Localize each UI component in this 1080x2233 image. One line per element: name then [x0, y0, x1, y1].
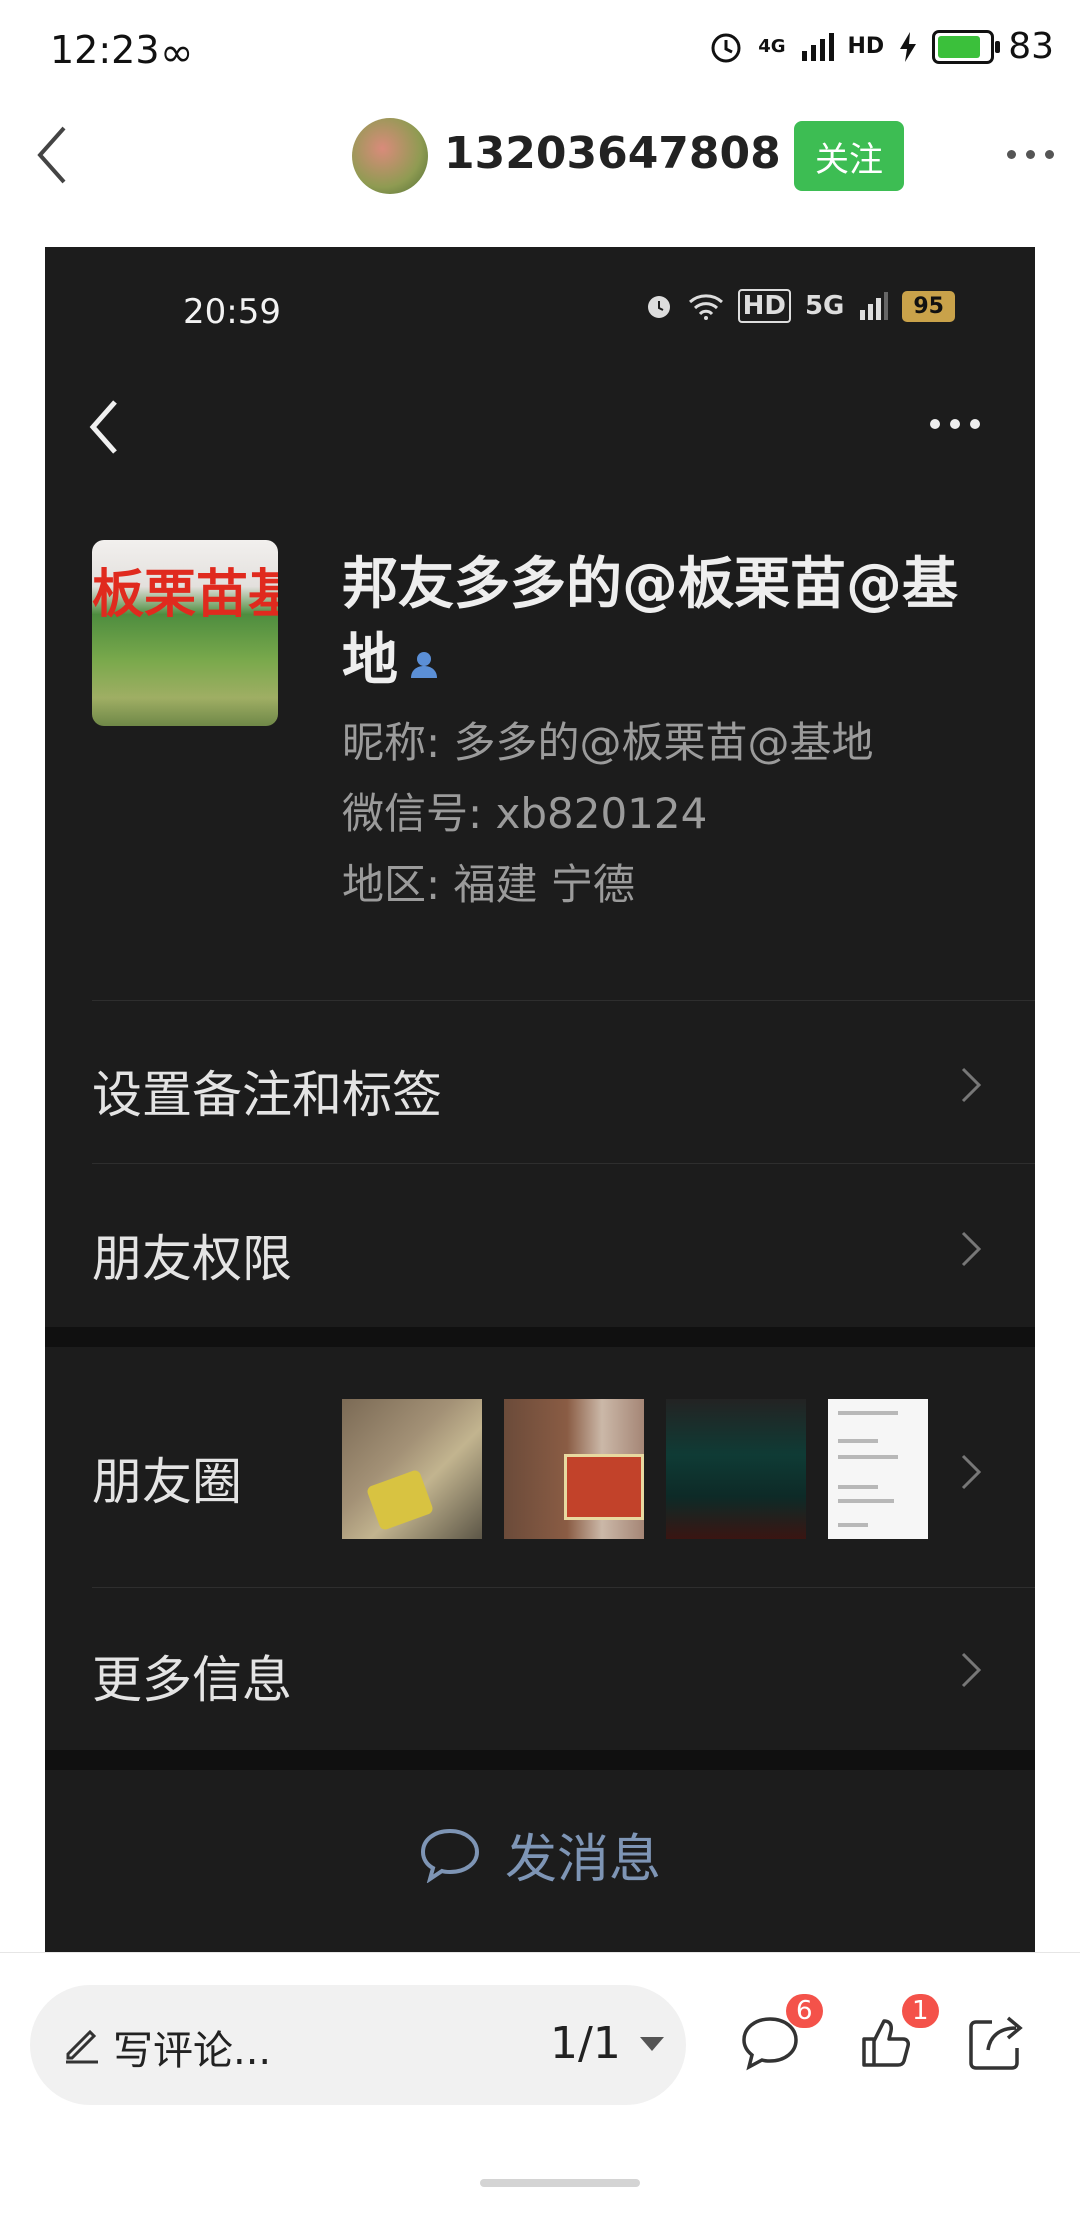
comment-placeholder: 写评论...: [113, 2028, 272, 2074]
inner-battery: 95: [902, 290, 955, 322]
chevron-right-icon: [961, 1231, 982, 1267]
network-label: 4G: [758, 36, 786, 57]
send-message-label: 发消息: [504, 1830, 661, 1890]
pencil-icon: [66, 2029, 98, 2064]
alarm-icon: [711, 33, 741, 62]
moments-thumbnail: [828, 1399, 928, 1539]
divider: [92, 1163, 1035, 1164]
profile-name: 邦友多多的@板栗苗@基地: [342, 552, 958, 693]
moments-thumbnail: [504, 1399, 644, 1539]
like-icon[interactable]: [858, 2015, 914, 2071]
row-remark: 设置备注和标签: [92, 1066, 442, 1124]
moments-thumbnail: [666, 1399, 806, 1539]
chevron-right-icon: [961, 1454, 982, 1490]
row-moments: 朋友圈: [92, 1453, 242, 1511]
alarm-icon: [647, 296, 670, 318]
section-gap: [45, 1750, 1035, 1770]
row-more-info: 更多信息: [92, 1651, 292, 1709]
home-indicator: [480, 2179, 640, 2187]
status-time: 12:23: [50, 28, 160, 72]
more-icon[interactable]: [1007, 150, 1054, 159]
like-count-badge: 1: [902, 1994, 939, 2028]
author-name[interactable]: 13203647808: [444, 128, 781, 179]
dropdown-arrow-icon[interactable]: [640, 2037, 664, 2051]
wifi-icon: [688, 294, 723, 320]
share-icon[interactable]: [966, 2014, 1026, 2072]
nickname: 昵称: 多多的@板栗苗@基地: [342, 718, 874, 767]
signal-icon: [860, 292, 889, 320]
inner-back-icon: [89, 400, 117, 454]
inner-5g-label: 5G: [804, 291, 845, 321]
divider: [92, 1000, 1035, 1001]
charging-icon: [900, 31, 917, 62]
battery-icon: [932, 29, 1001, 64]
chevron-right-icon: [961, 1067, 982, 1103]
region: 地区: 福建 宁德: [342, 860, 635, 909]
battery-percent: 83: [1008, 26, 1054, 67]
comment-count-badge: 6: [786, 1994, 823, 2028]
back-arrow-icon[interactable]: [28, 120, 88, 190]
send-message: 发消息: [45, 1817, 1035, 1892]
author-avatar[interactable]: [352, 118, 428, 194]
moments-thumbnail: [342, 1399, 482, 1539]
wechat-id: 微信号: xb820124: [342, 789, 708, 838]
user-icon: [411, 651, 437, 678]
divider: [92, 1587, 1035, 1588]
inner-hd-label: HD: [737, 289, 791, 323]
hd-label: HD: [847, 34, 885, 59]
chat-bubble-icon: [420, 1828, 479, 1883]
signal-icon: [801, 32, 834, 61]
inner-status-time: 20:59: [183, 292, 281, 332]
follow-button[interactable]: 关注: [794, 121, 904, 191]
page-indicator[interactable]: 1/1: [550, 2018, 621, 2069]
section-gap: [45, 1327, 1035, 1347]
inner-more-icon: [930, 419, 980, 429]
infinity-icon: ∞: [160, 30, 194, 76]
post-image[interactable]: 20:59 HD 5G 95 板栗苗基 邦友多多的@板栗苗@基地 昵称: 多多的…: [45, 247, 1035, 1952]
row-permission: 朋友权限: [92, 1230, 292, 1288]
chevron-right-icon: [961, 1652, 982, 1688]
avatar-text: 板栗苗基: [92, 565, 278, 625]
inner-status-icons: HD 5G 95: [644, 289, 955, 323]
status-icons: 4G HD 83: [708, 26, 1054, 67]
profile-avatar: 板栗苗基: [92, 540, 278, 726]
